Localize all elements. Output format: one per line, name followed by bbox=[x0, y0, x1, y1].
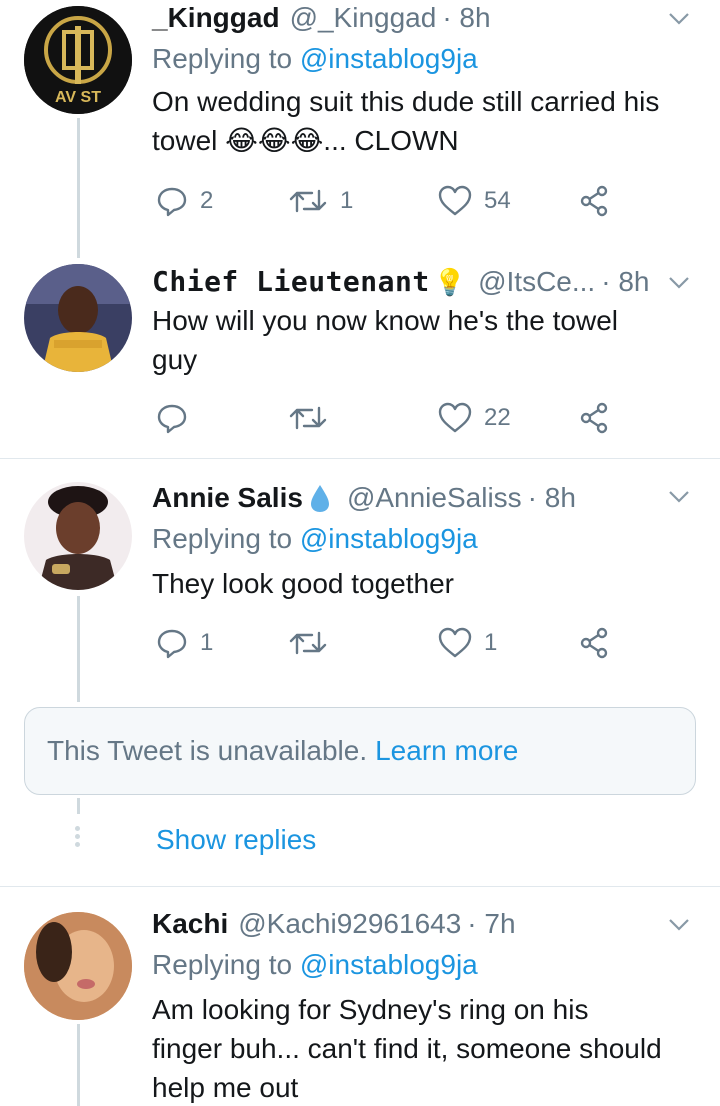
chevron-down-icon[interactable] bbox=[666, 912, 692, 938]
user-handle[interactable]: @_Kinggad bbox=[290, 1, 437, 35]
timestamp: · 8h bbox=[442, 2, 491, 33]
mention-link[interactable]: @instablog9ja bbox=[300, 949, 478, 980]
timestamp: · 8h bbox=[601, 266, 650, 297]
tweet[interactable]: Annie Salis @AnnieSaliss · 8h Replying t… bbox=[0, 478, 720, 678]
divider bbox=[0, 886, 720, 887]
retweet-icon bbox=[289, 631, 327, 655]
like-button[interactable]: 22 bbox=[438, 398, 511, 438]
chevron-down-icon[interactable] bbox=[666, 270, 692, 296]
like-button[interactable]: 1 bbox=[438, 623, 497, 663]
timestamp: · 8h bbox=[527, 482, 576, 513]
retweet-icon bbox=[289, 406, 327, 430]
unavailable-tweet-notice: This Tweet is unavailable. Learn more bbox=[24, 707, 696, 795]
like-button[interactable]: 54 bbox=[438, 181, 511, 221]
like-icon bbox=[438, 402, 472, 433]
chevron-down-icon[interactable] bbox=[666, 484, 692, 510]
reply-icon bbox=[157, 629, 187, 659]
display-name[interactable]: Annie Salis bbox=[152, 481, 303, 515]
share-button[interactable] bbox=[578, 398, 610, 438]
retweet-icon bbox=[289, 189, 327, 213]
share-icon bbox=[580, 627, 608, 659]
reply-icon bbox=[157, 187, 187, 217]
timestamp: · 7h bbox=[467, 908, 516, 939]
replying-to: Replying to @instablog9ja bbox=[152, 523, 478, 554]
retweet-button[interactable]: 1 bbox=[288, 181, 353, 221]
unavailable-text: This Tweet is unavailable. bbox=[47, 735, 368, 766]
share-button[interactable] bbox=[578, 623, 610, 663]
reply-button[interactable]: 2 bbox=[156, 181, 213, 221]
water-drop-icon bbox=[310, 485, 329, 512]
replying-to: Replying to @instablog9ja bbox=[152, 949, 478, 980]
share-icon bbox=[580, 402, 608, 434]
display-name[interactable]: _Kinggad bbox=[152, 1, 280, 35]
avatar[interactable] bbox=[24, 912, 132, 1020]
like-count: 54 bbox=[484, 187, 511, 214]
tweet[interactable]: AV ST _Kinggad @_Kinggad · 8h Replying t… bbox=[0, 0, 720, 240]
tweet-text: They look good together bbox=[152, 568, 454, 599]
learn-more-link[interactable]: Learn more bbox=[375, 735, 518, 767]
display-name[interactable]: Chief Lieutenant bbox=[152, 265, 430, 299]
tweet-text: How will you now know he's the towel guy bbox=[152, 305, 619, 375]
mention-link[interactable]: @instablog9ja bbox=[300, 523, 478, 554]
show-replies-link[interactable]: Show replies bbox=[156, 824, 316, 856]
divider bbox=[0, 458, 720, 459]
avatar[interactable] bbox=[24, 264, 132, 372]
replying-to: Replying to @instablog9ja bbox=[152, 43, 478, 74]
share-button[interactable] bbox=[578, 181, 610, 221]
share-icon bbox=[580, 185, 608, 217]
retweet-button[interactable] bbox=[288, 398, 328, 438]
tweet-text: On wedding suit this dude still carried … bbox=[152, 86, 660, 156]
reply-button[interactable]: 1 bbox=[156, 623, 213, 663]
thread-dots bbox=[75, 826, 81, 850]
like-count: 1 bbox=[484, 629, 498, 656]
reply-icon bbox=[157, 404, 187, 434]
reply-count: 2 bbox=[200, 187, 214, 214]
user-handle[interactable]: @Kachi92961643 bbox=[238, 907, 461, 941]
avatar-logo-text: AV ST bbox=[55, 89, 101, 106]
chevron-down-icon[interactable] bbox=[666, 6, 692, 32]
reply-button[interactable] bbox=[156, 398, 188, 438]
like-count: 22 bbox=[484, 404, 511, 431]
thread-line bbox=[77, 798, 80, 814]
user-handle[interactable]: @AnnieSaliss bbox=[347, 481, 522, 515]
bulb-icon: 💡 bbox=[433, 267, 467, 297]
tweet-text: Am looking for Sydney's ring on his fing… bbox=[152, 994, 662, 1103]
user-handle[interactable]: @ItsCe... bbox=[478, 265, 595, 299]
tweet[interactable]: Chief Lieutenant 💡 @ItsCe... · 8h How wi… bbox=[0, 258, 720, 458]
tweet[interactable]: Kachi @Kachi92961643 · 7h Replying to @i… bbox=[0, 904, 720, 1106]
display-name[interactable]: Kachi bbox=[152, 907, 228, 941]
like-icon bbox=[438, 185, 472, 216]
retweet-count: 1 bbox=[340, 187, 354, 214]
retweet-button[interactable] bbox=[288, 623, 328, 663]
reply-count: 1 bbox=[200, 629, 214, 656]
avatar[interactable]: AV ST bbox=[24, 6, 132, 114]
mention-link[interactable]: @instablog9ja bbox=[300, 43, 478, 74]
avatar[interactable] bbox=[24, 482, 132, 590]
like-icon bbox=[438, 627, 472, 658]
